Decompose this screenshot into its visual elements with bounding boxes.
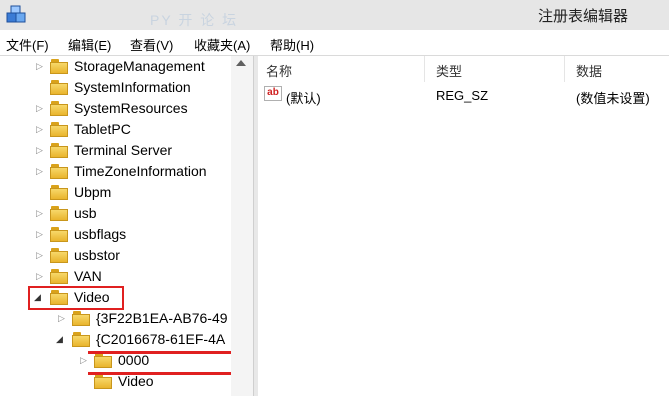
expand-icon (36, 186, 46, 198)
tree-node[interactable]: ▷ {3F22B1EA-AB76-49 (0, 308, 231, 329)
folder-icon (50, 226, 69, 242)
tree-node[interactable]: SystemInformation (0, 77, 231, 98)
tree-node-label: 0000 (118, 352, 150, 368)
expand-icon[interactable]: ▷ (36, 60, 46, 72)
folder-icon (50, 79, 69, 95)
highlight-box (28, 286, 124, 310)
expand-icon[interactable]: ▷ (36, 165, 46, 177)
tree-node-label: {3F22B1EA-AB76-49 (96, 310, 228, 326)
menu-file[interactable]: 文件(F) (6, 35, 49, 54)
annotation-underline (88, 372, 240, 375)
folder-icon (50, 205, 69, 221)
menu-bar: 文件(F) 编辑(E) 查看(V) 收藏夹(A) 帮助(H) (0, 30, 669, 56)
folder-icon (94, 373, 113, 389)
tree-node-label: SystemResources (74, 100, 188, 116)
expand-icon[interactable]: ▷ (80, 354, 90, 366)
tree-node-label: TabletPC (74, 121, 131, 137)
tree-node[interactable]: ▷ usb (0, 203, 231, 224)
tree-node-selected-key[interactable]: ◢ {C2016678-61EF-4A (0, 329, 231, 350)
tree-node[interactable]: ▷ TabletPC (0, 119, 231, 140)
tree-node-label: usbflags (74, 226, 127, 242)
tree-node[interactable]: ▷ VAN (0, 266, 231, 287)
tree-node[interactable]: ▷ SystemResources (0, 98, 231, 119)
tree-node[interactable]: ▷ usbstor (0, 245, 231, 266)
menu-view[interactable]: 查看(V) (130, 35, 173, 54)
value-data: (数值未设置) (576, 91, 650, 106)
expand-icon[interactable]: ▷ (36, 249, 46, 261)
tree-node-label: Video (118, 373, 154, 389)
folder-icon (50, 268, 69, 284)
folder-icon (50, 121, 69, 137)
annotation-underline (88, 351, 236, 354)
tree-node[interactable]: ▷ Terminal Server (0, 140, 231, 161)
tree-node[interactable]: Ubpm (0, 182, 231, 203)
expand-icon[interactable]: ▷ (36, 270, 46, 282)
tree-node-label: Ubpm (74, 184, 112, 200)
column-header-data[interactable]: 数据 (576, 61, 602, 80)
tree-node-label: StorageManagement (74, 58, 205, 74)
folder-icon (50, 163, 69, 179)
folder-icon (94, 352, 113, 368)
column-header-type[interactable]: 类型 (436, 61, 462, 80)
column-separator[interactable] (564, 56, 565, 82)
value-name[interactable]: (默认) (286, 88, 321, 107)
values-list[interactable]: 名称 类型 数据 ab (默认) REG_SZ (数值未设置) (258, 56, 669, 396)
string-value-icon: ab (264, 86, 282, 101)
tree-node[interactable]: ▷ StorageManagement (0, 56, 231, 77)
column-header-name[interactable]: 名称 (266, 61, 292, 80)
tree-node[interactable]: ▷ usbflags (0, 224, 231, 245)
folder-icon (50, 100, 69, 116)
expand-icon[interactable]: ▷ (36, 207, 46, 219)
title-bar: PY 开 论 坛 注册表编辑器 (0, 0, 669, 30)
expand-icon[interactable]: ▷ (36, 228, 46, 240)
expand-icon[interactable]: ▷ (36, 123, 46, 135)
menu-help[interactable]: 帮助(H) (270, 35, 314, 54)
expand-icon[interactable]: ▷ (36, 144, 46, 156)
collapse-icon[interactable]: ◢ (56, 333, 66, 345)
folder-icon (50, 58, 69, 74)
folder-icon (50, 184, 69, 200)
scroll-up-icon[interactable] (236, 60, 246, 66)
value-type: REG_SZ (436, 88, 489, 103)
expand-icon (36, 81, 46, 93)
folder-icon (50, 247, 69, 263)
tree-scrollbar[interactable] (231, 56, 253, 396)
watermark-text: PY 开 论 坛 (150, 12, 239, 28)
tree-node-label: Terminal Server (74, 142, 173, 158)
tree-node-label: usbstor (74, 247, 120, 263)
tree-node-label: VAN (74, 268, 102, 284)
menu-edit[interactable]: 编辑(E) (68, 35, 111, 54)
folder-icon (72, 310, 91, 326)
expand-icon (80, 375, 90, 387)
tree-node-label: usb (74, 205, 97, 221)
menu-favorites[interactable]: 收藏夹(A) (194, 35, 250, 54)
window-title: 注册表编辑器 (538, 8, 629, 25)
tree-node-label: SystemInformation (74, 79, 191, 95)
folder-open-icon (72, 331, 91, 347)
folder-icon (50, 142, 69, 158)
registry-tree[interactable]: ▷ StorageManagement SystemInformation ▷ … (0, 56, 253, 396)
registry-editor-icon (6, 5, 26, 23)
tree-node[interactable]: ▷ TimeZoneInformation (0, 161, 231, 182)
expand-icon[interactable]: ▷ (36, 102, 46, 114)
column-separator[interactable] (424, 56, 425, 82)
tree-node-label: {C2016678-61EF-4A (96, 331, 226, 347)
tree-node-label: TimeZoneInformation (74, 163, 207, 179)
expand-icon[interactable]: ▷ (58, 312, 68, 324)
